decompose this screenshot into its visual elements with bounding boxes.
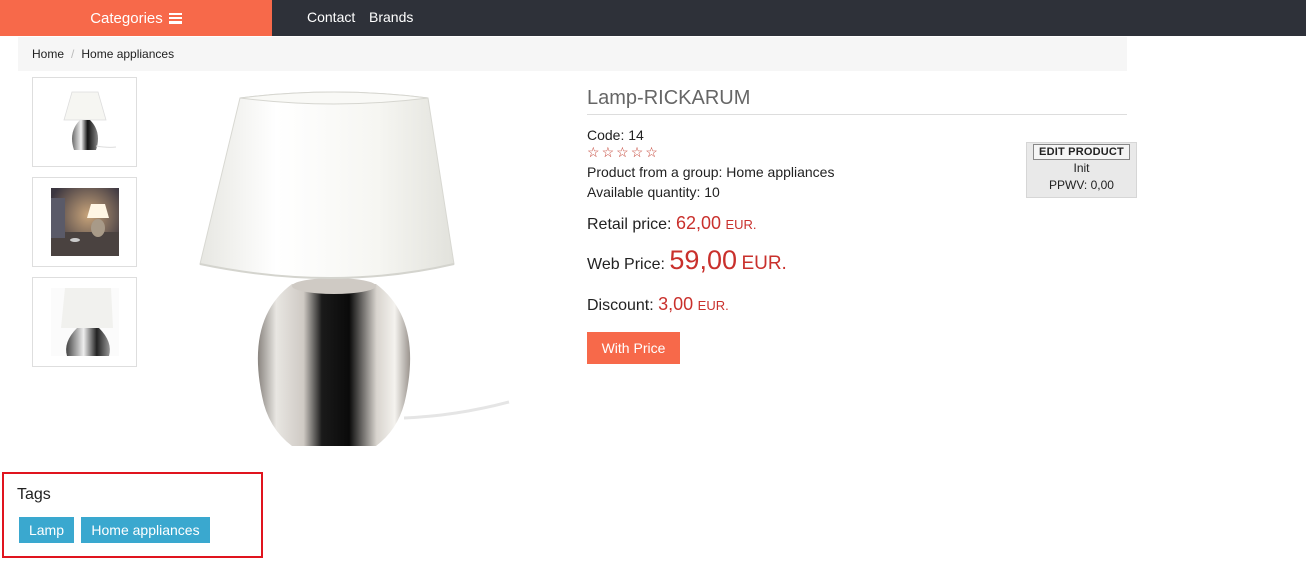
product-main-image xyxy=(196,86,516,456)
web-currency: EUR. xyxy=(741,253,787,274)
breadcrumb-current[interactable]: Home appliances xyxy=(81,47,174,61)
lamp-thumbnail-image xyxy=(62,91,116,150)
tags-title: Tags xyxy=(17,486,51,503)
star-icon[interactable]: ☆ xyxy=(631,145,644,159)
discount-label: Discount: xyxy=(587,297,654,314)
star-icon[interactable]: ☆ xyxy=(645,145,658,159)
retail-price-label: Retail price: xyxy=(587,216,672,233)
tags-highlight-box xyxy=(2,472,263,558)
edit-product-button[interactable]: EDIT PRODUCT xyxy=(1033,144,1130,160)
star-icon[interactable]: ☆ xyxy=(587,145,600,159)
web-price: Web Price: 59,00 EUR. xyxy=(587,245,787,276)
breadcrumb-separator: / xyxy=(71,47,75,61)
categories-button[interactable]: Categories xyxy=(0,0,272,36)
product-code: Code: 14 xyxy=(587,127,644,143)
tag-lamp[interactable]: Lamp xyxy=(19,517,74,543)
web-price-value: 59,00 xyxy=(669,245,737,275)
quantity-value: 10 xyxy=(704,184,720,200)
breadcrumb-home[interactable]: Home xyxy=(32,47,64,61)
retail-currency: EUR. xyxy=(725,217,757,232)
lamp-room-thumbnail-image xyxy=(50,188,119,256)
breadcrumb: Home / Home appliances xyxy=(18,37,1127,71)
lamp-image xyxy=(199,91,510,446)
quantity-label: Available quantity: xyxy=(587,184,701,200)
web-price-label: Web Price: xyxy=(587,256,665,273)
star-icon[interactable]: ☆ xyxy=(602,145,615,159)
with-price-button[interactable]: With Price xyxy=(587,332,680,364)
discount-currency: EUR. xyxy=(697,298,729,313)
star-icon[interactable]: ☆ xyxy=(616,145,629,159)
available-quantity: Available quantity: 10 xyxy=(587,184,720,200)
discount-value: 3,00 xyxy=(658,294,694,314)
product-group: Product from a group: Home appliances xyxy=(587,164,834,180)
nav-link-contact[interactable]: Contact xyxy=(307,0,355,36)
edit-product-panel: EDIT PRODUCT Init PPWV: 0,00 xyxy=(1026,142,1137,198)
menu-icon xyxy=(168,12,182,24)
discount: Discount: 3,00 EUR. xyxy=(587,294,729,315)
code-value: 14 xyxy=(628,127,644,143)
retail-price: Retail price: 62,00 EUR. xyxy=(587,213,757,234)
nav-link-brands[interactable]: Brands xyxy=(369,0,413,36)
thumbnail-1[interactable] xyxy=(32,77,137,167)
title-divider xyxy=(587,114,1127,115)
rating-stars[interactable]: ☆ ☆ ☆ ☆ ☆ xyxy=(587,145,658,159)
group-label: Product from a group: xyxy=(587,164,723,180)
edit-init-text: Init xyxy=(1073,161,1090,175)
retail-price-value: 62,00 xyxy=(675,213,721,233)
thumbnail-3[interactable] xyxy=(32,277,137,367)
edit-ppwv-text: PPWV: 0,00 xyxy=(1049,178,1114,192)
code-label: Code: xyxy=(587,127,625,143)
categories-label: Categories xyxy=(90,9,163,27)
lamp-detail-thumbnail-image xyxy=(50,288,119,356)
thumbnail-2[interactable] xyxy=(32,177,137,267)
product-title: Lamp-RICKARUM xyxy=(587,87,751,109)
top-navbar: Categories Contact Brands xyxy=(0,0,1306,36)
group-value: Home appliances xyxy=(726,164,835,180)
tag-home-appliances[interactable]: Home appliances xyxy=(81,517,210,543)
